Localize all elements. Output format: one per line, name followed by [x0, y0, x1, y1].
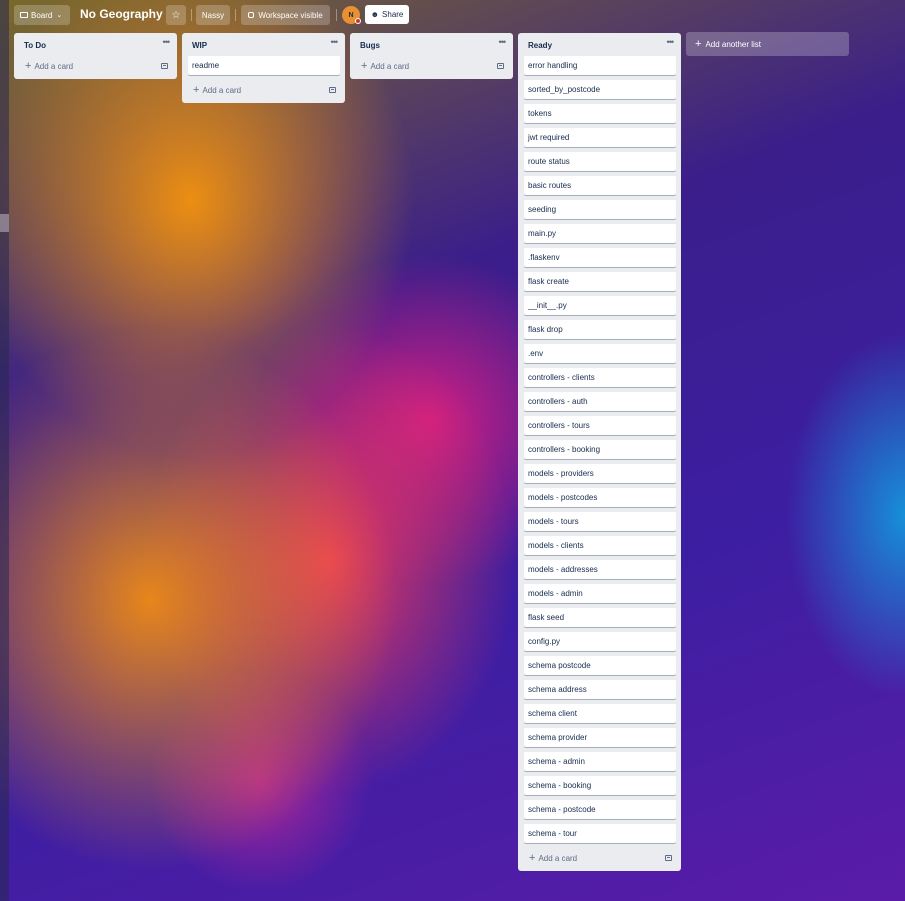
header-divider	[191, 9, 192, 21]
card[interactable]: schema - postcode	[524, 800, 676, 819]
board-title[interactable]: No Geography	[80, 7, 163, 21]
list-title[interactable]: Bugs	[360, 41, 380, 50]
workspace-button[interactable]: Nassy	[196, 5, 230, 25]
more-horizontal-icon[interactable]: •••	[331, 37, 339, 47]
card[interactable]: seeding	[524, 200, 676, 219]
board-header: Board ⌄ No Geography ☆ Nassy Workspace v…	[0, 0, 905, 30]
card[interactable]: schema - tour	[524, 824, 676, 843]
star-icon: ☆	[171, 9, 181, 21]
star-board-button[interactable]: ☆	[166, 5, 186, 25]
plus-icon: +	[25, 59, 32, 72]
card[interactable]: schema - admin	[524, 752, 676, 771]
add-card-button[interactable]: + Add a card	[529, 851, 577, 865]
list-ready: Ready ••• error handling sorted_by_postco…	[518, 33, 681, 871]
card-template-icon[interactable]	[665, 855, 672, 861]
add-card-label: Add a card	[370, 61, 410, 71]
card[interactable]: models - tours	[524, 512, 676, 531]
add-card-label: Add a card	[202, 85, 242, 95]
add-card-label: Add a card	[34, 61, 74, 71]
card[interactable]: models - admin	[524, 584, 676, 603]
add-card-button[interactable]: + Add a card	[193, 83, 241, 97]
card-template-icon[interactable]	[497, 63, 504, 69]
card[interactable]: jwt required	[524, 128, 676, 147]
card[interactable]: flask drop	[524, 320, 676, 339]
card[interactable]: sorted_by_postcode	[524, 80, 676, 99]
card[interactable]: models - clients	[524, 536, 676, 555]
card-template-icon[interactable]	[329, 87, 336, 93]
list-to-do: To Do ••• + Add a card	[14, 33, 177, 79]
card[interactable]: models - postcodes	[524, 488, 676, 507]
board-view-label: Board	[31, 10, 53, 20]
admin-badge	[355, 18, 361, 24]
share-button[interactable]: ☻ Share	[365, 5, 409, 24]
card[interactable]: schema postcode	[524, 656, 676, 675]
visibility-button[interactable]: Workspace visible	[241, 5, 330, 25]
header-divider	[235, 9, 236, 21]
card[interactable]: __init__.py	[524, 296, 676, 315]
list-title[interactable]: Ready	[528, 41, 552, 50]
header-divider	[336, 9, 337, 21]
share-label: Share	[382, 10, 404, 19]
list-bugs: Bugs ••• + Add a card	[350, 33, 513, 79]
member-avatar[interactable]: N	[342, 6, 361, 24]
card[interactable]: readme	[188, 56, 340, 75]
card[interactable]: main.py	[524, 224, 676, 243]
more-horizontal-icon[interactable]: •••	[499, 37, 507, 47]
avatar-initial: N	[348, 11, 354, 19]
plus-icon: +	[193, 83, 200, 96]
person-add-icon: ☻	[370, 10, 380, 19]
card[interactable]: controllers - tours	[524, 416, 676, 435]
card[interactable]: models - providers	[524, 464, 676, 483]
add-card-button[interactable]: + Add a card	[361, 59, 409, 73]
card[interactable]: schema - booking	[524, 776, 676, 795]
add-list-button[interactable]: + Add another list	[686, 32, 849, 56]
card[interactable]: basic routes	[524, 176, 676, 195]
more-horizontal-icon[interactable]: •••	[667, 37, 675, 47]
plus-icon: +	[695, 37, 702, 50]
list-title[interactable]: WIP	[192, 41, 207, 50]
plus-icon: +	[361, 59, 368, 72]
more-horizontal-icon[interactable]: •••	[163, 37, 171, 47]
card[interactable]: .flaskenv	[524, 248, 676, 267]
chevron-down-icon: ⌄	[56, 12, 63, 19]
list-title[interactable]: To Do	[24, 41, 46, 50]
card[interactable]: controllers - auth	[524, 392, 676, 411]
card[interactable]: .env	[524, 344, 676, 363]
card-container: error handling sorted_by_postcodetokens jw…	[524, 56, 676, 848]
card[interactable]: models - addresses	[524, 560, 676, 579]
plus-icon: +	[529, 851, 536, 864]
card[interactable]: config.py	[524, 632, 676, 651]
visibility-label: Workspace visible	[258, 10, 323, 20]
card[interactable]: schema address	[524, 680, 676, 699]
card[interactable]: schema provider	[524, 728, 676, 747]
card[interactable]: error handling	[524, 56, 676, 75]
board-view-switcher[interactable]: Board ⌄	[14, 5, 70, 25]
card[interactable]: controllers - clients	[524, 368, 676, 387]
card[interactable]: tokens	[524, 104, 676, 123]
add-card-label: Add a card	[538, 853, 578, 863]
card[interactable]: controllers - booking	[524, 440, 676, 459]
lock-icon	[248, 12, 255, 18]
card[interactable]: schema client	[524, 704, 676, 723]
board-icon	[20, 12, 28, 18]
sidebar-expand-tab[interactable]	[0, 214, 9, 232]
card[interactable]: route status	[524, 152, 676, 171]
add-list-label: Add another list	[705, 39, 762, 49]
card[interactable]: flask seed	[524, 608, 676, 627]
add-card-button[interactable]: + Add a card	[25, 59, 73, 73]
card[interactable]: flask create	[524, 272, 676, 291]
card-template-icon[interactable]	[161, 63, 168, 69]
card-container: readme	[188, 56, 340, 80]
sidebar-collapsed-edge[interactable]	[0, 0, 9, 901]
list-wip: WIP ••• readme + Add a card	[182, 33, 345, 103]
